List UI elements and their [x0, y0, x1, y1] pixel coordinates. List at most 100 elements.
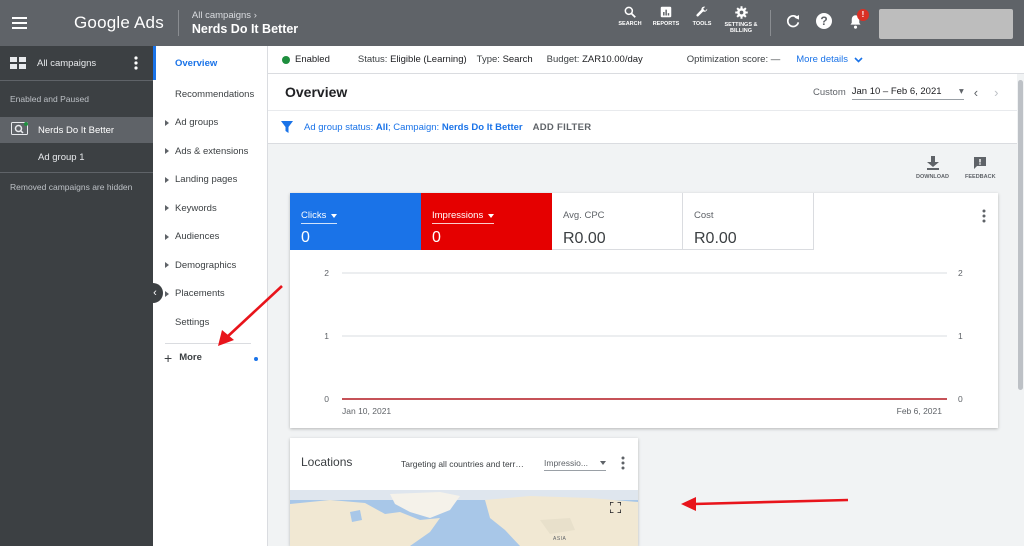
feedback-button[interactable]: FEEDBACK: [965, 156, 996, 180]
breadcrumb-parent[interactable]: All campaigns: [192, 10, 251, 21]
status-info: Status: Eligible (Learning): [358, 54, 467, 65]
search-icon: [624, 6, 636, 18]
ad-group-item[interactable]: Ad group 1: [0, 143, 153, 173]
section-label: Enabled and Paused: [10, 94, 89, 104]
more-vert-icon[interactable]: [982, 209, 986, 223]
locations-card: Locations Targeting all countries and te…: [290, 438, 638, 546]
breadcrumb-current[interactable]: Nerds Do It Better: [192, 22, 298, 36]
y-axis-left-tick-label: 1: [324, 331, 329, 341]
tools-label: TOOLS: [692, 21, 712, 27]
metric-selector[interactable]: Clicks: [301, 210, 338, 224]
app-logo[interactable]: Google Ads: [74, 13, 164, 33]
page-menu-item[interactable]: Keywords: [153, 194, 267, 223]
page-menu-item[interactable]: Ad groups: [153, 109, 267, 138]
page-menu-item[interactable]: Demographics: [153, 251, 267, 280]
all-campaigns-item[interactable]: All campaigns: [0, 46, 153, 81]
metric-value: R0.00: [563, 230, 606, 247]
date-range-label: Custom: [813, 87, 846, 98]
campaign-status-bar: Enabled Status: Eligible (Learning) Type…: [268, 46, 1024, 74]
reports-button[interactable]: REPORTS: [648, 5, 684, 34]
expand-arrow-icon: [165, 205, 169, 212]
campaign-item[interactable]: Nerds Do It Better: [0, 117, 153, 143]
metric-selector[interactable]: Impressions: [432, 210, 495, 224]
settings-billing-button[interactable]: SETTINGS & BILLING: [720, 5, 762, 34]
metric-label: Impressions: [432, 210, 484, 221]
metric-value: 0: [432, 229, 441, 246]
page-menu-item-label: Ads & extensions: [175, 145, 249, 157]
reports-icon: [660, 6, 672, 18]
campaign-state[interactable]: Enabled: [295, 54, 330, 65]
metric-clicks[interactable]: Clicks 0: [290, 193, 421, 250]
metric-impressions[interactable]: Impressions 0: [421, 193, 552, 250]
all-campaigns-label: All campaigns: [37, 57, 97, 69]
dropdown-arrow-icon: ▾: [958, 85, 964, 97]
map-region-label: ASIA: [553, 536, 567, 542]
settings-label: SETTINGS & BILLING: [724, 22, 758, 34]
dropdown-arrow-icon: [600, 461, 606, 465]
page-menu-item-label: Landing pages: [175, 174, 238, 186]
page-menu-item-label: Settings: [175, 316, 210, 328]
more-label: More: [179, 352, 202, 363]
page-title: Overview: [285, 84, 348, 100]
y-axis-right-tick-label: 2: [958, 268, 963, 278]
metric-avg-cpc[interactable]: Avg. CPC R0.00: [552, 193, 683, 250]
expand-arrow-icon: [165, 233, 169, 240]
date-range-value: Jan 10 – Feb 6, 2021: [851, 85, 942, 97]
reports-label: REPORTS: [652, 21, 680, 27]
notification-badge: !: [857, 9, 869, 21]
page-menu-item-label: Keywords: [175, 202, 217, 214]
download-button[interactable]: DOWNLOAD: [916, 156, 949, 180]
active-filter-chip[interactable]: Ad group status: All; Campaign: Nerds Do…: [304, 122, 523, 133]
expand-arrow-icon: [165, 148, 169, 155]
account-switcher[interactable]: [879, 9, 1013, 39]
page-menu-item[interactable]: Ads & extensions: [153, 137, 267, 166]
page-menu-item-label: Recommendations: [175, 88, 255, 100]
tools-button[interactable]: TOOLS: [684, 5, 720, 34]
y-axis-right-tick-label: 0: [958, 394, 963, 404]
more-vert-icon[interactable]: [134, 56, 138, 70]
previous-period-button[interactable]: ‹: [974, 85, 978, 100]
filter-prefix: Ad group status:: [304, 121, 376, 133]
help-icon[interactable]: ?: [816, 13, 832, 29]
page-menu-item[interactable]: Audiences: [153, 223, 267, 252]
add-filter-button[interactable]: ADD FILTER: [533, 122, 592, 133]
metric-label: Clicks: [301, 210, 327, 221]
optimization-value: —: [770, 54, 781, 65]
chevron-left-icon: ‹: [153, 287, 157, 299]
search-button[interactable]: SEARCH: [612, 5, 648, 34]
page-menu-item[interactable]: Overview: [153, 46, 267, 80]
more-vert-icon[interactable]: [621, 456, 625, 470]
top-app-bar: Google Ads All campaigns › Nerds Do It B…: [0, 0, 1024, 46]
scrollbar-thumb[interactable]: [1018, 80, 1023, 390]
metric-cost[interactable]: Cost R0.00: [683, 193, 814, 250]
overview-header: Overview Custom Jan 10 – Feb 6, 2021 ▾ ‹ ›: [268, 74, 1024, 110]
filter-icon[interactable]: [281, 121, 293, 133]
type-info: Type: Search: [477, 54, 533, 65]
feedback-icon: [974, 157, 987, 169]
more-details-link[interactable]: More details: [796, 54, 863, 65]
top-tools: SEARCH REPORTS TOOLS SETTINGS & BILLING: [612, 5, 762, 34]
filter-campaign-value: Nerds Do It Better: [441, 121, 523, 133]
metric-label: Avg. CPC: [563, 210, 605, 221]
page-menu-item[interactable]: Landing pages: [153, 166, 267, 195]
page-menu-item-label: Overview: [175, 57, 218, 69]
budget-label: Budget:: [546, 54, 580, 65]
y-axis-right-tick-label: 1: [958, 331, 963, 341]
date-range-picker[interactable]: Custom Jan 10 – Feb 6, 2021 ▾ ‹ ›: [813, 85, 998, 100]
world-map[interactable]: [290, 490, 638, 546]
budget-value: ZAR10.00/day: [582, 54, 643, 65]
metric-label: Cost: [694, 210, 714, 221]
refresh-icon[interactable]: [785, 13, 801, 29]
page-menu-item[interactable]: Recommendations: [153, 80, 267, 109]
menu-icon[interactable]: [12, 17, 34, 29]
download-icon: [926, 156, 939, 170]
tools-icon: [696, 6, 708, 17]
fullscreen-icon[interactable]: [610, 502, 621, 513]
next-period-button[interactable]: ›: [994, 85, 998, 100]
metric-value: R0.00: [694, 230, 737, 247]
settings-icon: [734, 6, 748, 19]
budget-info[interactable]: Budget: ZAR10.00/day: [547, 54, 643, 65]
divider: [177, 10, 179, 36]
metric-dropdown[interactable]: Impressio...: [544, 458, 606, 471]
feedback-label: FEEDBACK: [965, 174, 996, 180]
